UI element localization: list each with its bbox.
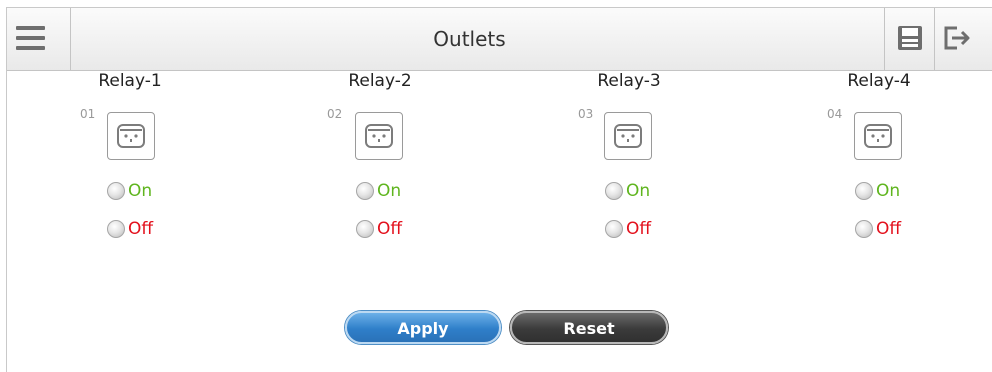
menu-button[interactable] [7, 8, 71, 70]
relay-2-off-radio[interactable]: Off [356, 219, 402, 239]
floppy-disk-save-icon [898, 26, 922, 50]
outlet-number: 01 [80, 107, 96, 121]
relay-column-3: Relay-3 03 On Off [554, 64, 704, 254]
outlet-number: 03 [578, 107, 594, 121]
radio-button[interactable] [605, 220, 623, 238]
relay-name: Relay-2 [348, 71, 412, 91]
on-label: On [876, 181, 901, 201]
outlet-icon [355, 112, 403, 160]
apply-button[interactable]: Apply [345, 311, 501, 344]
outlet-number: 02 [327, 107, 343, 121]
on-label: On [626, 181, 651, 201]
relay-3-on-radio[interactable]: On [605, 181, 650, 201]
off-label: Off [626, 219, 652, 239]
logout-button[interactable] [934, 8, 992, 70]
radio-button[interactable] [356, 220, 374, 238]
header-bar: Outlets [7, 8, 992, 71]
on-label: On [128, 181, 153, 201]
radio-button[interactable] [356, 182, 374, 200]
relay-3-off-radio[interactable]: Off [605, 219, 651, 239]
save-button[interactable] [884, 8, 934, 70]
radio-button[interactable] [605, 182, 623, 200]
outlet-icon [604, 112, 652, 160]
on-label: On [377, 181, 402, 201]
relay-4-on-radio[interactable]: On [855, 181, 900, 201]
relay-column-1: Relay-1 01 On Off [55, 64, 205, 254]
page-title: Outlets [433, 27, 506, 51]
reset-button[interactable]: Reset [510, 311, 668, 344]
off-label: Off [876, 219, 902, 239]
relay-column-2: Relay-2 02 On Off [305, 64, 455, 254]
relay-1-on-radio[interactable]: On [107, 181, 152, 201]
off-label: Off [377, 219, 403, 239]
relay-2-on-radio[interactable]: On [356, 181, 401, 201]
relay-4-off-radio[interactable]: Off [855, 219, 901, 239]
relay-name: Relay-4 [847, 71, 911, 91]
off-label: Off [128, 219, 154, 239]
outlet-icon [107, 112, 155, 160]
relay-1-off-radio[interactable]: Off [107, 219, 153, 239]
outlet-number: 04 [827, 107, 843, 121]
relay-name: Relay-3 [597, 71, 661, 91]
outlet-icon [854, 112, 902, 160]
radio-button[interactable] [107, 182, 125, 200]
relay-name: Relay-1 [98, 71, 162, 91]
radio-button[interactable] [855, 220, 873, 238]
radio-button[interactable] [107, 220, 125, 238]
radio-button[interactable] [855, 182, 873, 200]
logout-icon [944, 26, 970, 50]
relay-column-4: Relay-4 04 On Off [804, 64, 954, 254]
